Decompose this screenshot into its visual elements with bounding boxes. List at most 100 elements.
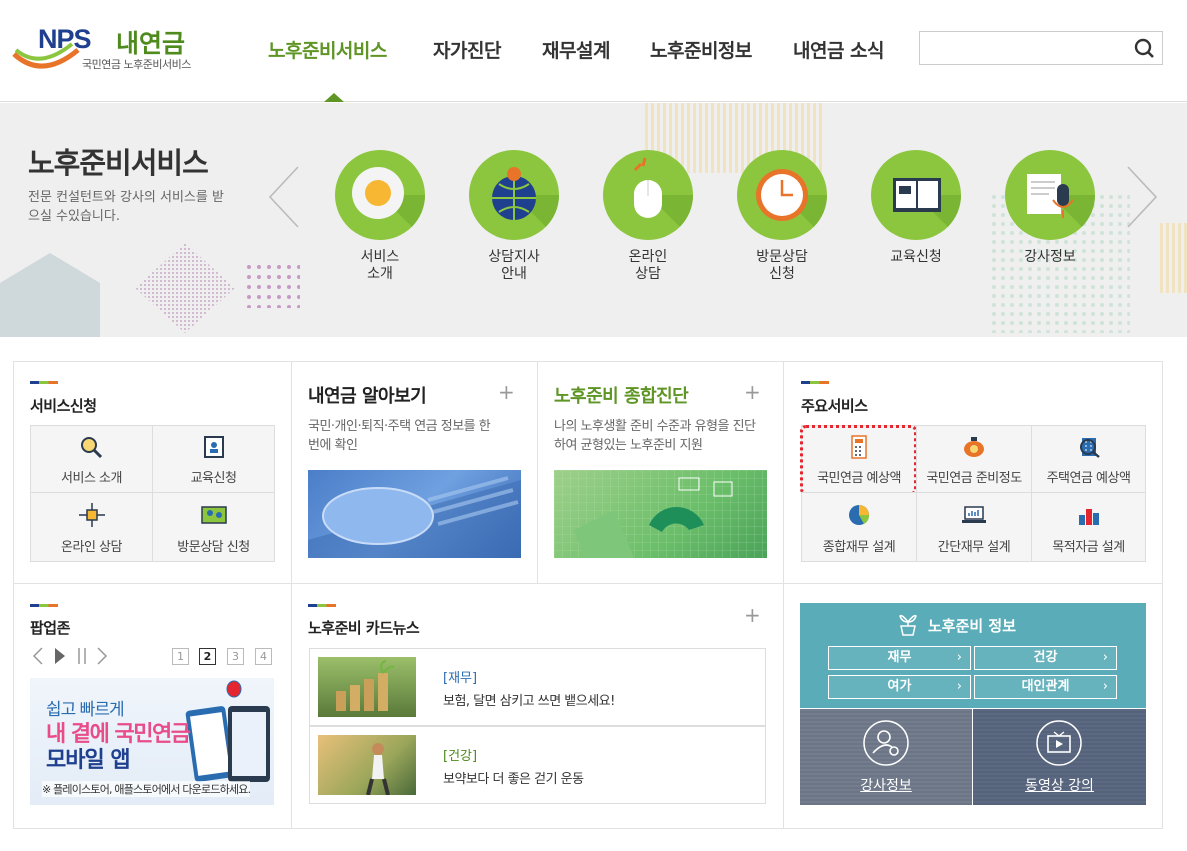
hero-label: 강사정보 xyxy=(1024,249,1076,265)
search-input[interactable] xyxy=(926,36,1126,60)
popup-banner[interactable]: 쉽고 빠르게 내 곁에 국민연금 모바일 앱 ※ 플레이스토어, 애플스토어에서… xyxy=(30,678,274,805)
service-apply-title: 서비스신청 xyxy=(30,397,97,415)
simple-finance-label: 간단재무 설계 xyxy=(937,540,1011,555)
card-news-item[interactable]: [건강] 보약보다 더 좋은 걷기 운동 xyxy=(309,726,766,804)
popup-page-2[interactable]: 2 xyxy=(199,648,216,665)
coins-plant-image xyxy=(318,657,416,717)
divider xyxy=(537,361,538,583)
sprout-pot-icon xyxy=(899,614,917,636)
logo-nps: NPS xyxy=(38,24,92,54)
section-accent-bar xyxy=(308,604,336,607)
site-header: NPS 내연금 국민연금 노후준비서비스 노후준비서비스 자가진단 재무설계 노… xyxy=(0,0,1187,102)
laptop-chart-icon xyxy=(962,506,986,523)
popup-play-icon[interactable] xyxy=(54,647,66,665)
health-label: 건강 xyxy=(1033,650,1058,665)
balloon-icon xyxy=(226,680,242,698)
diagnosis-image[interactable] xyxy=(554,470,767,558)
notebook-icon xyxy=(203,436,224,458)
video-lecture-label: 동영상 강의 xyxy=(1025,778,1094,794)
hero-item-visit-counsel[interactable]: 방문상담 신청 xyxy=(722,150,842,283)
popup-prev-icon[interactable] xyxy=(32,647,44,665)
popup-page-1[interactable]: 1 xyxy=(172,648,189,665)
search-box[interactable] xyxy=(919,31,1163,65)
leisure-label: 여가 xyxy=(887,679,912,694)
divider xyxy=(291,361,292,829)
online-counsel-label: 온라인 상담 xyxy=(61,540,122,555)
card-text: 보약보다 더 좋은 걷기 운동 xyxy=(443,772,584,787)
relations-label: 대인관계 xyxy=(1021,679,1070,694)
retire-info-finance-button[interactable]: 재무 › xyxy=(828,646,971,670)
nav-news[interactable]: 내연금 소식 xyxy=(793,36,885,63)
popup-next-icon[interactable] xyxy=(96,647,108,665)
clock-icon xyxy=(737,150,827,240)
magnifier-icon xyxy=(80,437,102,459)
my-pension-title[interactable]: 내연금 알아보기 xyxy=(308,382,427,408)
comprehensive-finance-button[interactable]: 종합재무 설계 xyxy=(801,492,917,562)
service-intro-label: 서비스 소개 xyxy=(61,471,122,486)
purpose-fund-button[interactable]: 목적자금 설계 xyxy=(1031,492,1146,562)
hero-item-lecturer[interactable]: 강사정보 xyxy=(990,150,1110,266)
nav-financial-design[interactable]: 재무설계 xyxy=(542,36,610,63)
hero-label: 상담지사 안내 xyxy=(488,249,540,282)
education-apply-label: 교육신청 xyxy=(190,471,237,486)
card-category: [재무] xyxy=(443,671,478,686)
piggy-bank-icon xyxy=(964,437,984,457)
building-search-icon xyxy=(1079,438,1100,458)
my-pension-image[interactable] xyxy=(308,470,521,558)
lecturer-info-button[interactable]: 강사정보 xyxy=(800,709,972,805)
online-counsel-button[interactable]: 온라인 상담 xyxy=(30,492,153,562)
diagnosis-more-icon[interactable]: + xyxy=(744,380,761,404)
retire-info-relations-button[interactable]: 대인관계 › xyxy=(974,675,1117,699)
tv-play-icon xyxy=(1036,720,1082,766)
visit-counsel-button[interactable]: 방문상담 신청 xyxy=(152,492,275,562)
popup-pause-icon[interactable] xyxy=(76,647,88,665)
banner-note: ※ 플레이스토어, 애플스토어에서 다운로드하세요. xyxy=(42,781,251,797)
popup-zone-title: 팝업존 xyxy=(30,619,70,637)
pension-readiness-button[interactable]: 국민연금 준비정도 xyxy=(916,425,1032,493)
dot-grid-decoration xyxy=(245,263,300,308)
card-news-item[interactable]: [재무] 보험, 달면 삼키고 쓰면 뱉으세요! xyxy=(309,648,766,726)
popup-page-4[interactable]: 4 xyxy=(255,648,272,665)
pension-readiness-label: 국민연금 준비정도 xyxy=(926,471,1022,486)
my-pension-more-icon[interactable]: + xyxy=(498,380,515,404)
microphone-icon xyxy=(1005,150,1095,240)
walking-woman-image xyxy=(318,735,416,796)
hero-item-education[interactable]: 교육신청 xyxy=(856,150,976,266)
map-icon xyxy=(200,506,227,524)
hero-next-arrow-icon[interactable] xyxy=(1120,165,1160,229)
housing-pension-button[interactable]: 주택연금 예상액 xyxy=(1031,425,1146,493)
my-pension-desc: 국민·개인·퇴직·주택 연금 정보를 한 번에 확인 xyxy=(308,419,491,453)
retire-info-leisure-button[interactable]: 여가 › xyxy=(828,675,971,699)
hero-item-service-intro[interactable]: 서비스 소개 xyxy=(320,150,440,283)
hero-label: 온라인 상담 xyxy=(628,249,668,282)
simple-finance-button[interactable]: 간단재무 설계 xyxy=(916,492,1032,562)
diagnosis-title[interactable]: 노후준비 종합진단 xyxy=(554,382,689,408)
popup-page-3[interactable]: 3 xyxy=(227,648,244,665)
retire-info-health-button[interactable]: 건강 › xyxy=(974,646,1117,670)
education-apply-button[interactable]: 교육신청 xyxy=(152,425,275,493)
hero-prev-arrow-icon[interactable] xyxy=(268,165,308,229)
hero-banner: 노후준비서비스 전문 컨설턴트와 강사의 서비스를 받으실 수있습니다. 서비스… xyxy=(0,103,1187,337)
logo[interactable]: NPS 내연금 국민연금 노후준비서비스 xyxy=(12,22,202,74)
section-accent-bar xyxy=(801,381,829,384)
card-news-more-icon[interactable]: + xyxy=(744,603,761,627)
phone-mockup-illustration xyxy=(185,706,270,782)
bottles-icon xyxy=(1078,509,1099,525)
hero-item-branch-guide[interactable]: 상담지사 안내 xyxy=(454,150,574,283)
hero-item-online-counsel[interactable]: 온라인 상담 xyxy=(588,150,708,283)
person-search-icon xyxy=(863,720,909,766)
stripe-decoration-right xyxy=(1160,223,1187,293)
globe-pin-icon xyxy=(469,150,559,240)
lecturer-info-label: 강사정보 xyxy=(860,778,912,794)
section-accent-bar xyxy=(30,604,58,607)
hero-title: 노후준비서비스 xyxy=(28,146,209,180)
nav-retirement-service[interactable]: 노후준비서비스 xyxy=(268,36,387,63)
nav-retirement-info[interactable]: 노후준비정보 xyxy=(650,36,752,63)
service-intro-button[interactable]: 서비스 소개 xyxy=(30,425,153,493)
chevron-right-icon: › xyxy=(1102,650,1108,665)
video-lecture-button[interactable]: 동영상 강의 xyxy=(973,709,1146,805)
chevron-right-icon: › xyxy=(1102,679,1108,694)
search-icon[interactable] xyxy=(1133,37,1155,59)
nav-self-diagnosis[interactable]: 자가진단 xyxy=(433,36,501,63)
divider xyxy=(13,583,1163,584)
